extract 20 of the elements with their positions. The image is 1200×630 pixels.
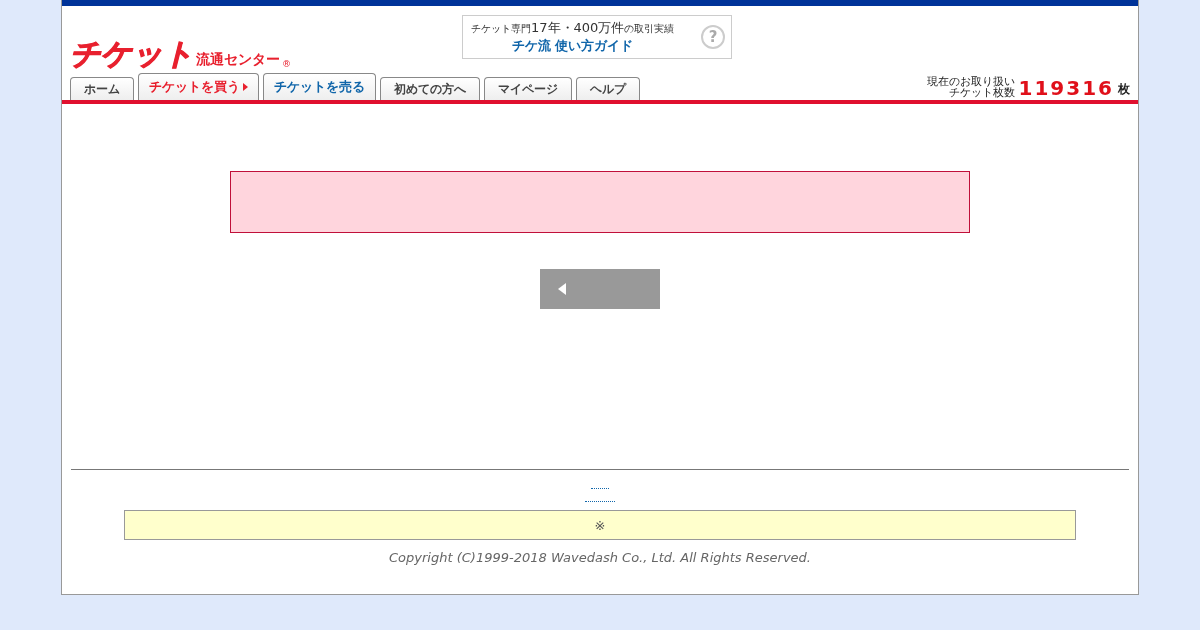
guide-banner[interactable]: チケット専門17年・400万件の取引実績 チケ流 使い方ガイド ? <box>462 15 732 59</box>
nav-tab[interactable]: マイページ <box>484 77 572 100</box>
count-label: 現在のお取り扱い チケット枚数 <box>926 76 1015 98</box>
registered-mark: ® <box>282 59 291 69</box>
nav-tab[interactable]: チケットを買う <box>138 73 259 100</box>
ticket-count: 119316 <box>1018 78 1114 98</box>
help-icon: ? <box>701 25 725 49</box>
logo-text[interactable]: チケット <box>70 39 194 69</box>
notice-bar: ※ <box>124 510 1076 540</box>
logo-subtitle: 流通センター <box>196 51 280 69</box>
nav-tab[interactable]: ヘルプ <box>576 77 640 100</box>
count-unit: 枚 <box>1118 81 1130 98</box>
nav-tab[interactable]: 初めての方へ <box>380 77 480 100</box>
banner-title: チケ流 使い方ガイド <box>511 37 634 55</box>
back-arrow-icon <box>558 283 566 295</box>
copyright-text: Copyright (C)1999-2018 Wavedash Co., Ltd. All Rights Reserved. <box>388 549 812 567</box>
nav-tab[interactable]: チケットを売る <box>263 73 376 100</box>
caret-icon <box>243 83 248 91</box>
nav-tab[interactable]: ホーム <box>70 77 134 100</box>
banner-lead: チケット専門17年・400万件の取引実績 <box>471 19 675 37</box>
